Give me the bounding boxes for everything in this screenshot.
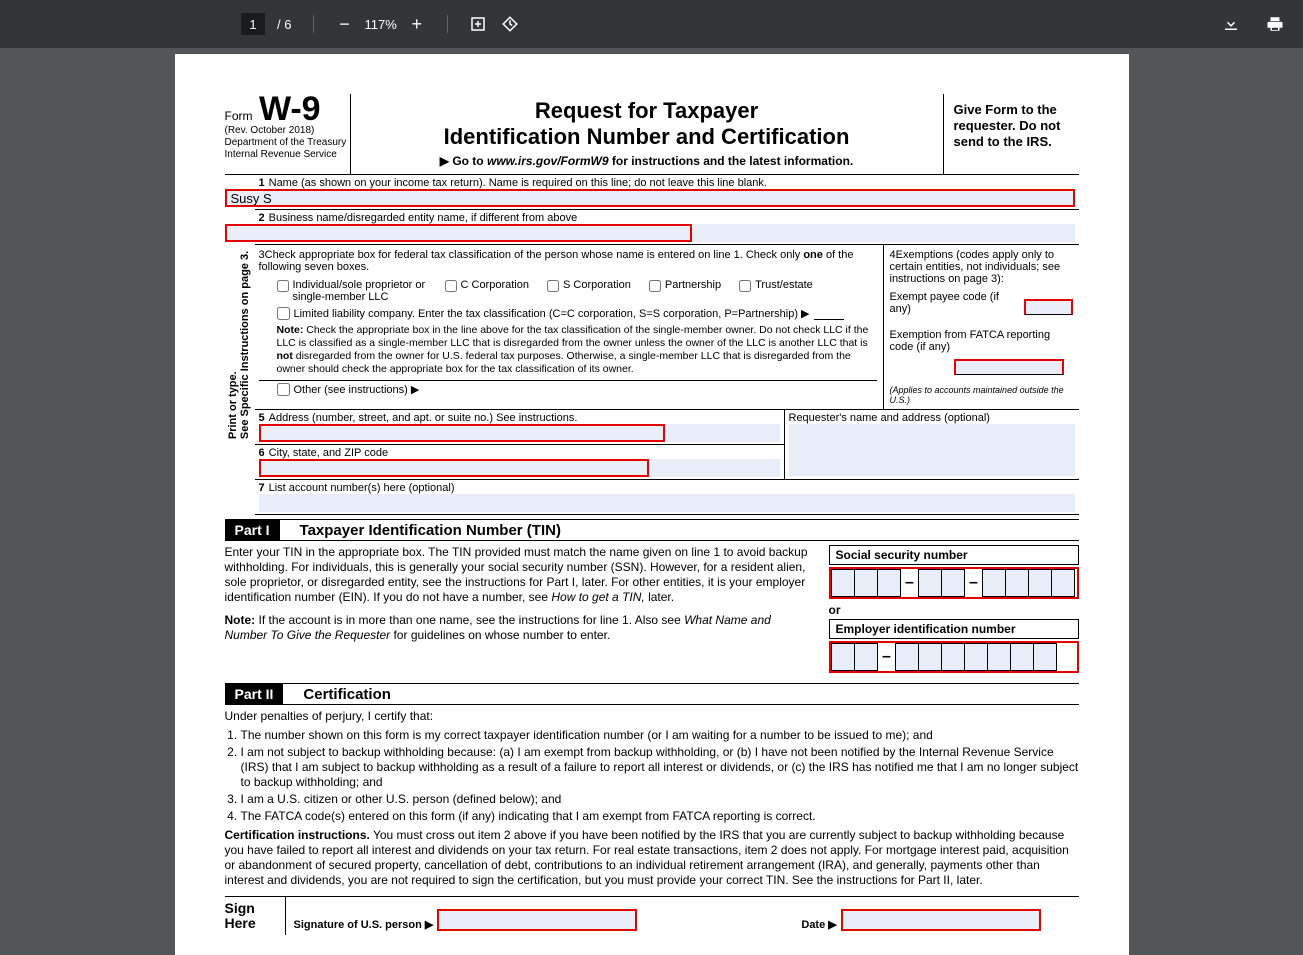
part1-title: Taxpayer Identification Number (TIN) — [300, 522, 561, 539]
part2-title: Certification — [303, 686, 391, 703]
name-input[interactable] — [227, 191, 1073, 205]
ein-label: Employer identification number — [829, 619, 1079, 639]
address-input[interactable] — [259, 424, 665, 442]
pdf-page: Form W-9 (Rev. October 2018) Department … — [175, 54, 1129, 955]
cb-trust[interactable] — [739, 280, 751, 292]
requester-input[interactable] — [789, 424, 1075, 476]
signature-label: Signature of U.S. person ▶ — [294, 918, 434, 931]
llc-note: Note: Check the appropriate box in the l… — [277, 324, 877, 376]
page-number-input[interactable] — [241, 13, 265, 35]
ssn-input[interactable]: – – — [829, 567, 1079, 599]
rev-date: (Rev. October 2018) — [225, 125, 350, 137]
date-label: Date ▶ — [801, 918, 836, 931]
page-total: / 6 — [277, 17, 291, 32]
cert-instructions: Certification instructions. You must cro… — [225, 828, 1079, 888]
cert-intro: Under penalties of perjury, I certify th… — [225, 709, 1079, 724]
exempt-payee-label: Exempt payee code (if any) — [890, 291, 1020, 315]
business-name-input[interactable] — [227, 226, 691, 240]
other-label: Other (see instructions) ▶ — [294, 383, 420, 396]
ssn-label: Social security number — [829, 545, 1079, 565]
line1-label: Name (as shown on your income tax return… — [269, 177, 767, 189]
ein-input[interactable]: – — [829, 641, 1079, 673]
line3-label: Check appropriate box for federal tax cl… — [259, 249, 854, 273]
line5-label: Address (number, street, and apt. or sui… — [269, 412, 578, 424]
fatca-label: Exemption from FATCA reporting code (if … — [890, 329, 1073, 353]
cert-item-3: I am a U.S. citizen or other U.S. person… — [241, 792, 1079, 807]
cb-partnership[interactable] — [649, 280, 661, 292]
part2-label: Part II — [225, 684, 284, 704]
city-input[interactable] — [259, 459, 650, 477]
form-code: W-9 — [259, 94, 321, 124]
give-form-note: Give Form to the requester. Do not send … — [944, 94, 1079, 174]
line7-label: List account number(s) here (optional) — [269, 482, 455, 494]
fatca-note: (Applies to accounts maintained outside … — [890, 385, 1073, 405]
cb-other[interactable] — [277, 383, 290, 396]
tin-paragraph-2: Note: If the account is in more than one… — [225, 613, 813, 643]
or-label: or — [829, 603, 1079, 617]
line4-label: Exemptions (codes apply only to certain … — [890, 249, 1061, 285]
requester-label: Requester's name and address (optional) — [789, 412, 1075, 424]
zoom-out-icon[interactable]: − — [332, 12, 356, 36]
pdf-toolbar: / 6 − 117% + — [0, 0, 1303, 48]
cert-item-1: The number shown on this form is my corr… — [241, 728, 1079, 743]
llc-class-input[interactable] — [814, 308, 844, 320]
sign-here-label: Sign Here — [225, 897, 285, 935]
cb-ccorp[interactable] — [445, 280, 457, 292]
cb-scorp[interactable] — [547, 280, 559, 292]
goto-line: ▶ Go to www.irs.gov/FormW9 for instructi… — [361, 154, 933, 168]
zoom-in-icon[interactable]: + — [405, 12, 429, 36]
line2-label: Business name/disregarded entity name, i… — [269, 212, 578, 224]
dept: Department of the Treasury — [225, 137, 350, 149]
fit-page-icon[interactable] — [466, 12, 490, 36]
cert-item-2: I am not subject to backup withholding b… — [241, 745, 1079, 790]
form-word: Form — [225, 109, 253, 123]
exempt-payee-input[interactable] — [1024, 299, 1073, 315]
fatca-input[interactable] — [954, 359, 1064, 375]
tin-paragraph-1: Enter your TIN in the appropriate box. T… — [225, 545, 813, 605]
print-icon[interactable] — [1263, 12, 1287, 36]
zoom-level: 117% — [364, 17, 396, 32]
irs: Internal Revenue Service — [225, 149, 350, 161]
account-numbers-input[interactable] — [259, 494, 1075, 512]
part1-label: Part I — [225, 520, 280, 540]
llc-label: Limited liability company. Enter the tax… — [294, 307, 810, 320]
cert-item-4: The FATCA code(s) entered on this form (… — [241, 809, 1079, 824]
rotate-icon[interactable] — [498, 12, 522, 36]
cb-individual[interactable] — [277, 280, 289, 292]
form-title-1: Request for Taxpayer — [361, 98, 933, 124]
line6-label: City, state, and ZIP code — [269, 447, 388, 459]
download-icon[interactable] — [1219, 12, 1243, 36]
form-title-2: Identification Number and Certification — [361, 124, 933, 150]
cb-llc[interactable] — [277, 307, 290, 320]
